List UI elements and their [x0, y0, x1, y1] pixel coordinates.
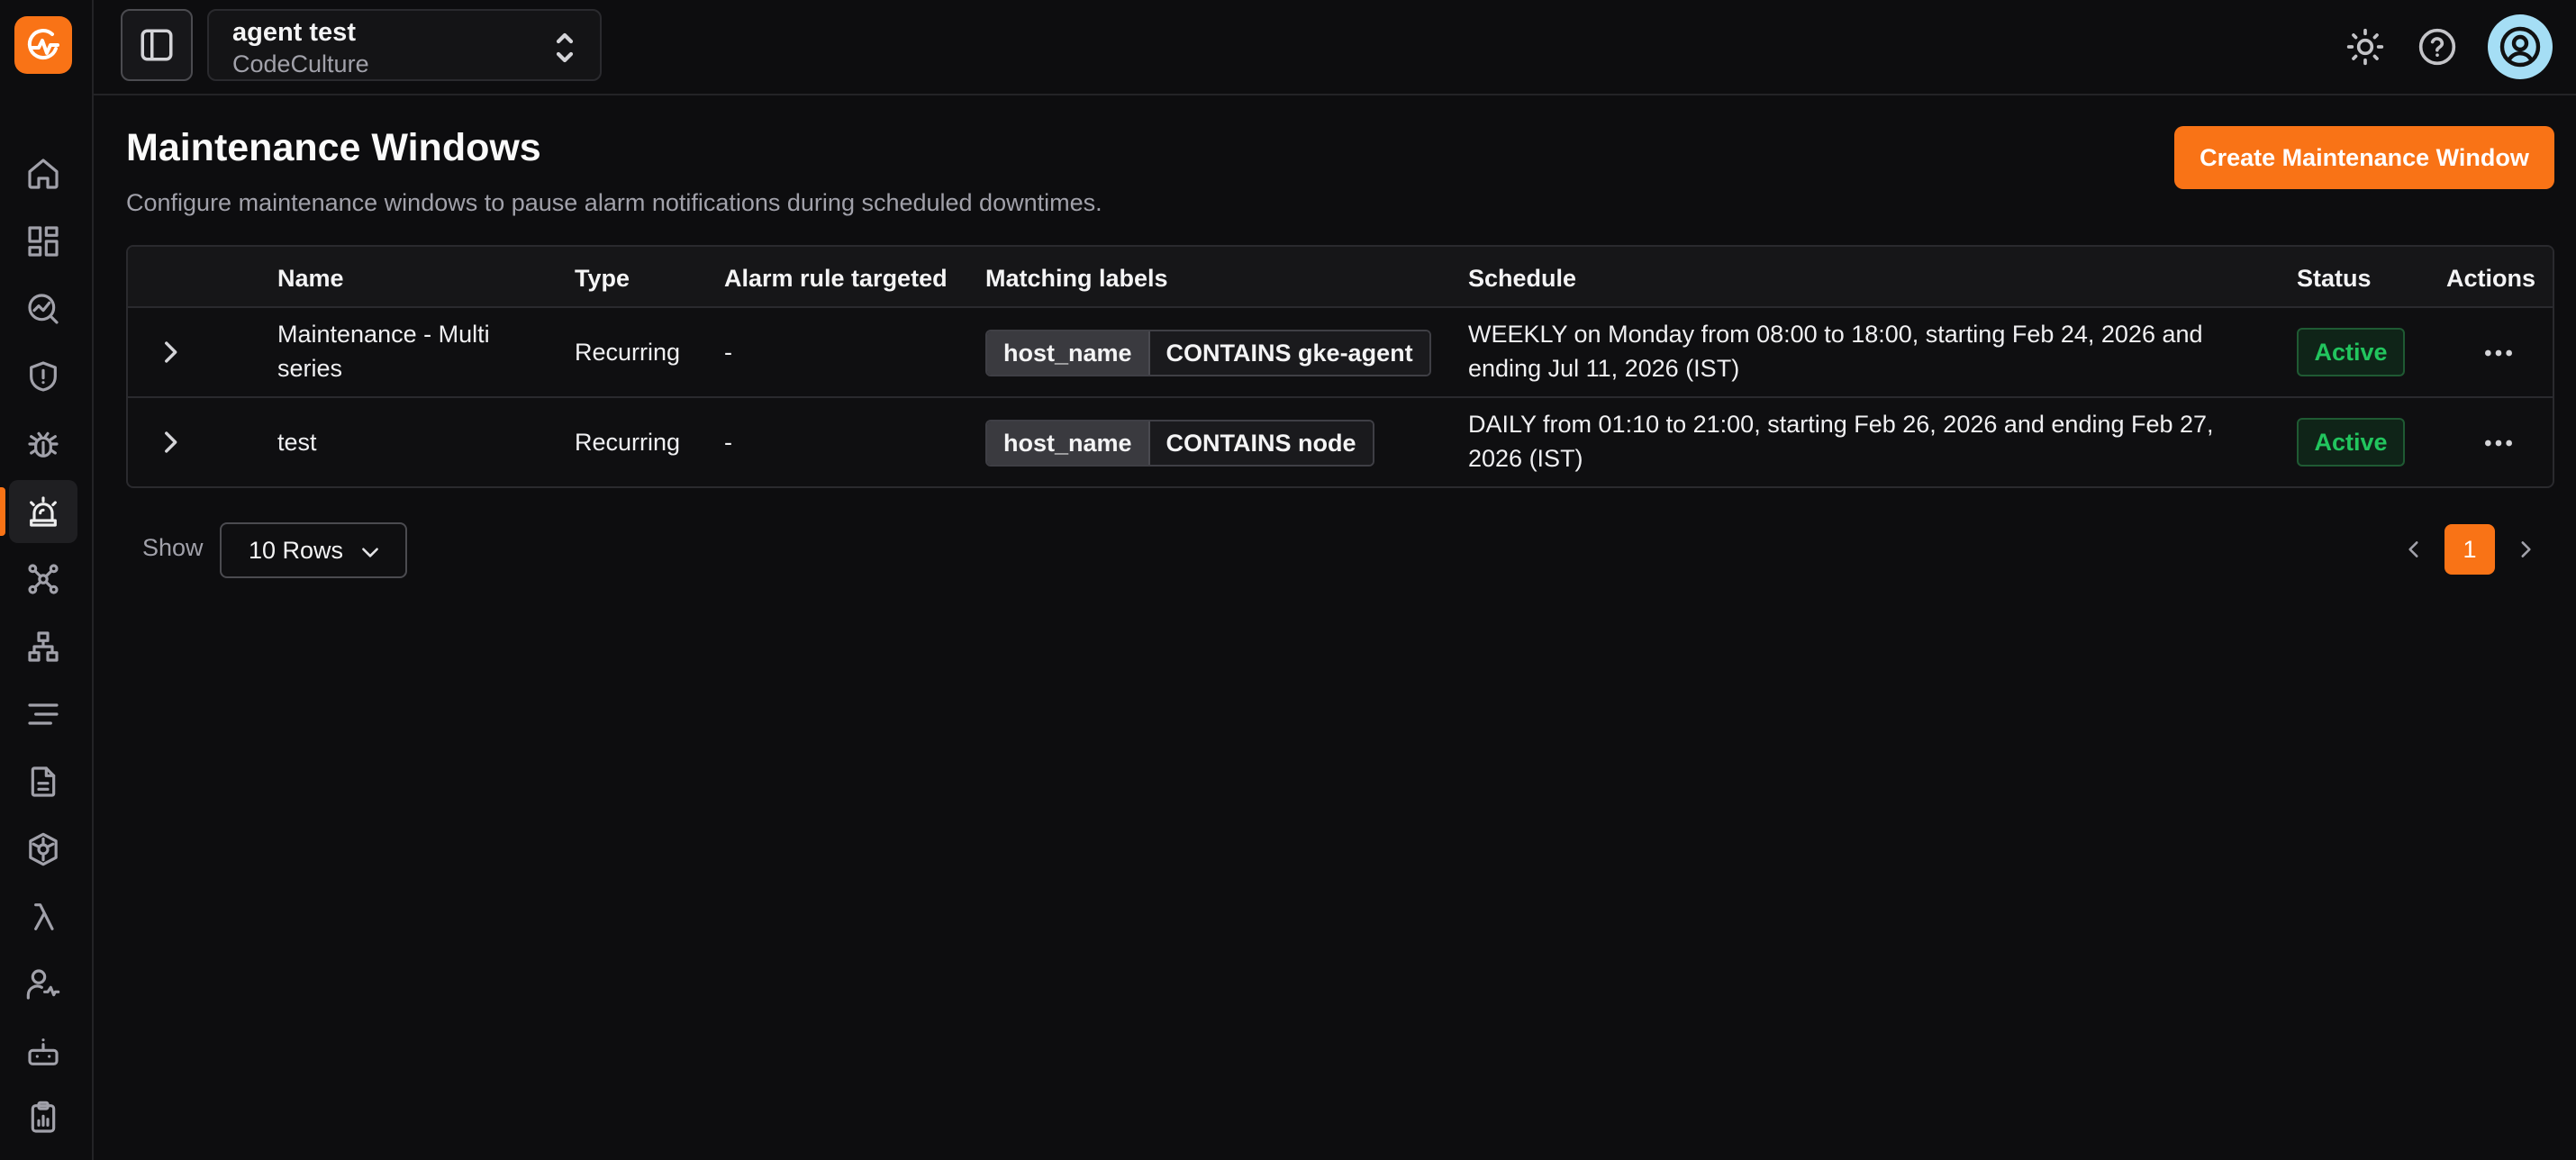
sidebar-item-metrics[interactable]	[9, 277, 77, 340]
theme-toggle-button[interactable]	[2344, 25, 2387, 68]
sidebar	[0, 0, 94, 1160]
sidebar-panel-icon	[141, 29, 173, 61]
reports-icon	[31, 1101, 56, 1133]
status-badge: Active	[2297, 418, 2405, 467]
label-value: CONTAINS gke-agent	[1149, 331, 1429, 375]
sidebar-toggle-button[interactable]	[121, 9, 193, 81]
sidebar-item-security[interactable]	[9, 345, 77, 408]
column-header-status: Status	[2297, 265, 2372, 292]
chevron-right-icon	[165, 431, 177, 453]
row-alarm-rule: -	[724, 429, 732, 456]
matching-label-chip: host_name CONTAINS node	[985, 420, 1374, 467]
lambda-icon	[34, 903, 54, 930]
sidebar-item-alarms[interactable]	[0, 480, 77, 543]
row-name: test	[277, 429, 317, 456]
sidebar-item-service-map[interactable]	[9, 548, 77, 611]
logo-icon	[27, 29, 59, 60]
sidebar-item-user-monitoring[interactable]	[9, 953, 77, 1016]
chevron-down-icon	[362, 548, 378, 557]
sidebar-item-agents[interactable]	[9, 1020, 77, 1083]
sidebar-item-errors[interactable]	[9, 412, 77, 476]
robot-icon	[28, 1038, 59, 1065]
sidebar-item-documents[interactable]	[9, 750, 77, 813]
row-name: Maintenance - Multi series	[277, 321, 490, 382]
chevron-up-down-icon	[553, 29, 576, 67]
page-subtitle: Configure maintenance windows to pause a…	[126, 189, 1102, 216]
column-header-actions: Actions	[2446, 265, 2536, 292]
table-row[interactable]: Maintenance - Multi series Recurring - h…	[128, 308, 2553, 398]
app: agent test CodeCulture Maintenance Windo…	[0, 0, 2576, 1160]
help-icon	[2418, 28, 2456, 66]
dashboard-icon	[28, 226, 59, 257]
project-switcher[interactable]: agent test CodeCulture	[207, 9, 602, 81]
avatar[interactable]	[2488, 14, 2553, 79]
shield-icon	[30, 361, 57, 392]
project-name: agent test	[232, 18, 356, 47]
label-value: CONTAINS node	[1149, 421, 1373, 465]
label-key: host_name	[987, 421, 1150, 465]
more-horizontal-icon	[2485, 440, 2512, 447]
user-monitor-icon	[26, 969, 60, 1000]
user-avatar-icon	[2499, 26, 2541, 68]
row-alarm-rule: -	[724, 339, 732, 366]
status-badge: Active	[2297, 328, 2405, 376]
chevron-right-icon	[2521, 541, 2531, 557]
row-type: Recurring	[575, 339, 681, 366]
sidebar-item-topology[interactable]	[9, 615, 77, 678]
create-maintenance-window-button[interactable]: Create Maintenance Window	[2174, 126, 2554, 189]
help-button[interactable]	[2416, 25, 2459, 68]
sidebar-item-dashboards[interactable]	[9, 210, 77, 273]
row-actions-button[interactable]	[2481, 335, 2517, 371]
column-header-alarm-rule: Alarm rule targeted	[724, 265, 948, 292]
column-header-matching-labels: Matching labels	[985, 265, 1168, 292]
sun-icon	[2346, 28, 2384, 66]
row-schedule: WEEKLY on Monday from 08:00 to 18:00, st…	[1468, 321, 2203, 382]
sidebar-item-kubernetes[interactable]	[9, 818, 77, 881]
hierarchy-icon	[28, 631, 59, 662]
expand-row-button[interactable]	[155, 427, 186, 458]
page-title: Maintenance Windows	[126, 126, 541, 169]
alarm-icon	[30, 496, 57, 527]
sidebar-item-serverless[interactable]	[9, 885, 77, 948]
next-page-button[interactable]	[2508, 531, 2544, 567]
maintenance-windows-table: Name Type Alarm rule targeted Matching l…	[126, 245, 2554, 488]
metrics-explorer-icon	[28, 294, 59, 324]
expand-row-button[interactable]	[155, 337, 186, 367]
row-type: Recurring	[575, 429, 681, 456]
row-schedule: DAILY from 01:10 to 21:00, starting Feb …	[1468, 411, 2214, 472]
previous-page-button[interactable]	[2396, 531, 2432, 567]
column-header-type: Type	[575, 265, 630, 292]
sidebar-item-reports[interactable]	[9, 1086, 77, 1149]
top-header: agent test CodeCulture	[94, 0, 2576, 95]
matching-label-chip: host_name CONTAINS gke-agent	[985, 330, 1431, 376]
sidebar-item-logs[interactable]	[9, 683, 77, 746]
rows-per-page-value: 10 Rows	[249, 537, 344, 564]
column-header-schedule: Schedule	[1468, 265, 1577, 292]
bug-icon	[28, 431, 59, 458]
kubernetes-icon	[29, 832, 58, 866]
more-horizontal-icon	[2485, 349, 2512, 357]
show-rows-label: Show	[142, 534, 204, 561]
table-header: Name Type Alarm rule targeted Matching l…	[128, 247, 2553, 308]
column-header-name: Name	[277, 265, 344, 292]
document-icon	[31, 766, 56, 797]
home-icon	[28, 159, 59, 189]
chevron-left-icon	[2408, 541, 2418, 557]
service-map-icon	[28, 564, 59, 594]
chevron-right-icon	[165, 341, 177, 363]
rows-per-page-select[interactable]: 10 Rows	[220, 522, 407, 578]
table-row[interactable]: test Recurring - host_name CONTAINS node…	[128, 398, 2553, 486]
row-actions-button[interactable]	[2481, 425, 2517, 461]
sidebar-item-home[interactable]	[9, 142, 77, 205]
app-logo[interactable]	[14, 16, 72, 74]
logs-icon	[28, 703, 59, 725]
organization-name: CodeCulture	[232, 50, 369, 77]
label-key: host_name	[987, 331, 1150, 375]
page-number-current[interactable]: 1	[2444, 524, 2495, 575]
